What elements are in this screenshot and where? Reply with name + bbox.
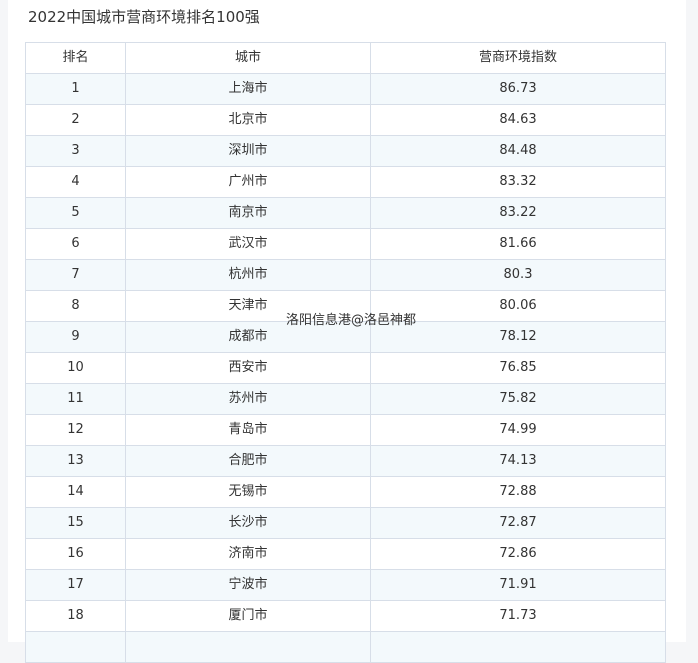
cell-city: 无锡市	[125, 476, 371, 508]
cell-index: 72.86	[370, 538, 666, 570]
table-row: 1 上海市 86.73	[25, 73, 666, 105]
table-row: 4 广州市 83.32	[25, 166, 666, 198]
cell-rank: 3	[25, 135, 126, 167]
cell-city: 北京市	[125, 104, 371, 136]
cell-index	[370, 631, 666, 663]
cell-city: 南京市	[125, 197, 371, 229]
table-row: 18 厦门市 71.73	[25, 600, 666, 632]
table-body: 1 上海市 86.73 2 北京市 84.63 3 深圳市 84.48 4 广州市 83.32 5 南京市…	[25, 73, 666, 663]
cell-rank: 17	[25, 569, 126, 601]
cell-rank: 18	[25, 600, 126, 632]
table-row: 10 西安市 76.85	[25, 352, 666, 384]
header-rank: 排名	[25, 42, 126, 74]
cell-city: 苏州市	[125, 383, 371, 415]
cell-index: 84.63	[370, 104, 666, 136]
table-row: 2 北京市 84.63	[25, 104, 666, 136]
cell-index: 76.85	[370, 352, 666, 384]
cell-rank: 6	[25, 228, 126, 260]
page-title: 2022中国城市营商环境排名100强	[28, 8, 260, 26]
table-row: 16 济南市 72.86	[25, 538, 666, 570]
cell-rank: 7	[25, 259, 126, 291]
cell-index: 80.3	[370, 259, 666, 291]
table-row: 13 合肥市 74.13	[25, 445, 666, 477]
cell-index: 72.88	[370, 476, 666, 508]
cell-index: 71.91	[370, 569, 666, 601]
cell-city: 成都市	[125, 321, 371, 353]
cell-index: 83.22	[370, 197, 666, 229]
cell-index: 84.48	[370, 135, 666, 167]
cell-rank: 10	[25, 352, 126, 384]
cell-index: 78.12	[370, 321, 666, 353]
cell-rank: 11	[25, 383, 126, 415]
table-row	[25, 631, 666, 663]
cell-city: 武汉市	[125, 228, 371, 260]
table-row: 8 天津市 80.06	[25, 290, 666, 322]
table-row: 17 宁波市 71.91	[25, 569, 666, 601]
cell-rank: 4	[25, 166, 126, 198]
cell-city: 天津市	[125, 290, 371, 322]
table-row: 12 青岛市 74.99	[25, 414, 666, 446]
cell-city: 杭州市	[125, 259, 371, 291]
cell-index: 75.82	[370, 383, 666, 415]
table-row: 3 深圳市 84.48	[25, 135, 666, 167]
cell-city: 济南市	[125, 538, 371, 570]
cell-city: 深圳市	[125, 135, 371, 167]
table-row: 14 无锡市 72.88	[25, 476, 666, 508]
cell-city: 长沙市	[125, 507, 371, 539]
table-row: 15 长沙市 72.87	[25, 507, 666, 539]
cell-rank: 9	[25, 321, 126, 353]
cell-index: 72.87	[370, 507, 666, 539]
cell-city: 合肥市	[125, 445, 371, 477]
cell-city: 厦门市	[125, 600, 371, 632]
cell-rank: 5	[25, 197, 126, 229]
cell-city: 广州市	[125, 166, 371, 198]
cell-rank: 16	[25, 538, 126, 570]
cell-index: 80.06	[370, 290, 666, 322]
header-index: 营商环境指数	[370, 42, 666, 74]
table-header: 排名 城市 营商环境指数	[25, 42, 666, 74]
cell-city: 西安市	[125, 352, 371, 384]
cell-index: 81.66	[370, 228, 666, 260]
table-row: 6 武汉市 81.66	[25, 228, 666, 260]
content-card: 2022中国城市营商环境排名100强 排名 城市 营商环境指数 1 上海市 86.7…	[8, 0, 686, 663]
ranking-table: 排名 城市 营商环境指数 1 上海市 86.73 2 北京市 84.63 3 深圳市 84.48…	[25, 42, 666, 663]
cell-city: 宁波市	[125, 569, 371, 601]
cell-city	[125, 631, 371, 663]
cell-index: 86.73	[370, 73, 666, 105]
cell-index: 74.99	[370, 414, 666, 446]
cell-rank: 15	[25, 507, 126, 539]
table-row: 5 南京市 83.22	[25, 197, 666, 229]
cell-rank: 12	[25, 414, 126, 446]
cell-index: 74.13	[370, 445, 666, 477]
table-row: 11 苏州市 75.82	[25, 383, 666, 415]
cell-rank: 1	[25, 73, 126, 105]
cell-rank: 2	[25, 104, 126, 136]
cell-index: 83.32	[370, 166, 666, 198]
cell-rank: 8	[25, 290, 126, 322]
header-city: 城市	[125, 42, 371, 74]
cell-rank: 13	[25, 445, 126, 477]
cell-index: 71.73	[370, 600, 666, 632]
table-row: 9 成都市 78.12	[25, 321, 666, 353]
cell-rank: 14	[25, 476, 126, 508]
header-row: 排名 城市 营商环境指数	[25, 42, 666, 74]
cell-city: 青岛市	[125, 414, 371, 446]
table-row: 7 杭州市 80.3	[25, 259, 666, 291]
cell-city: 上海市	[125, 73, 371, 105]
cell-rank	[25, 631, 126, 663]
